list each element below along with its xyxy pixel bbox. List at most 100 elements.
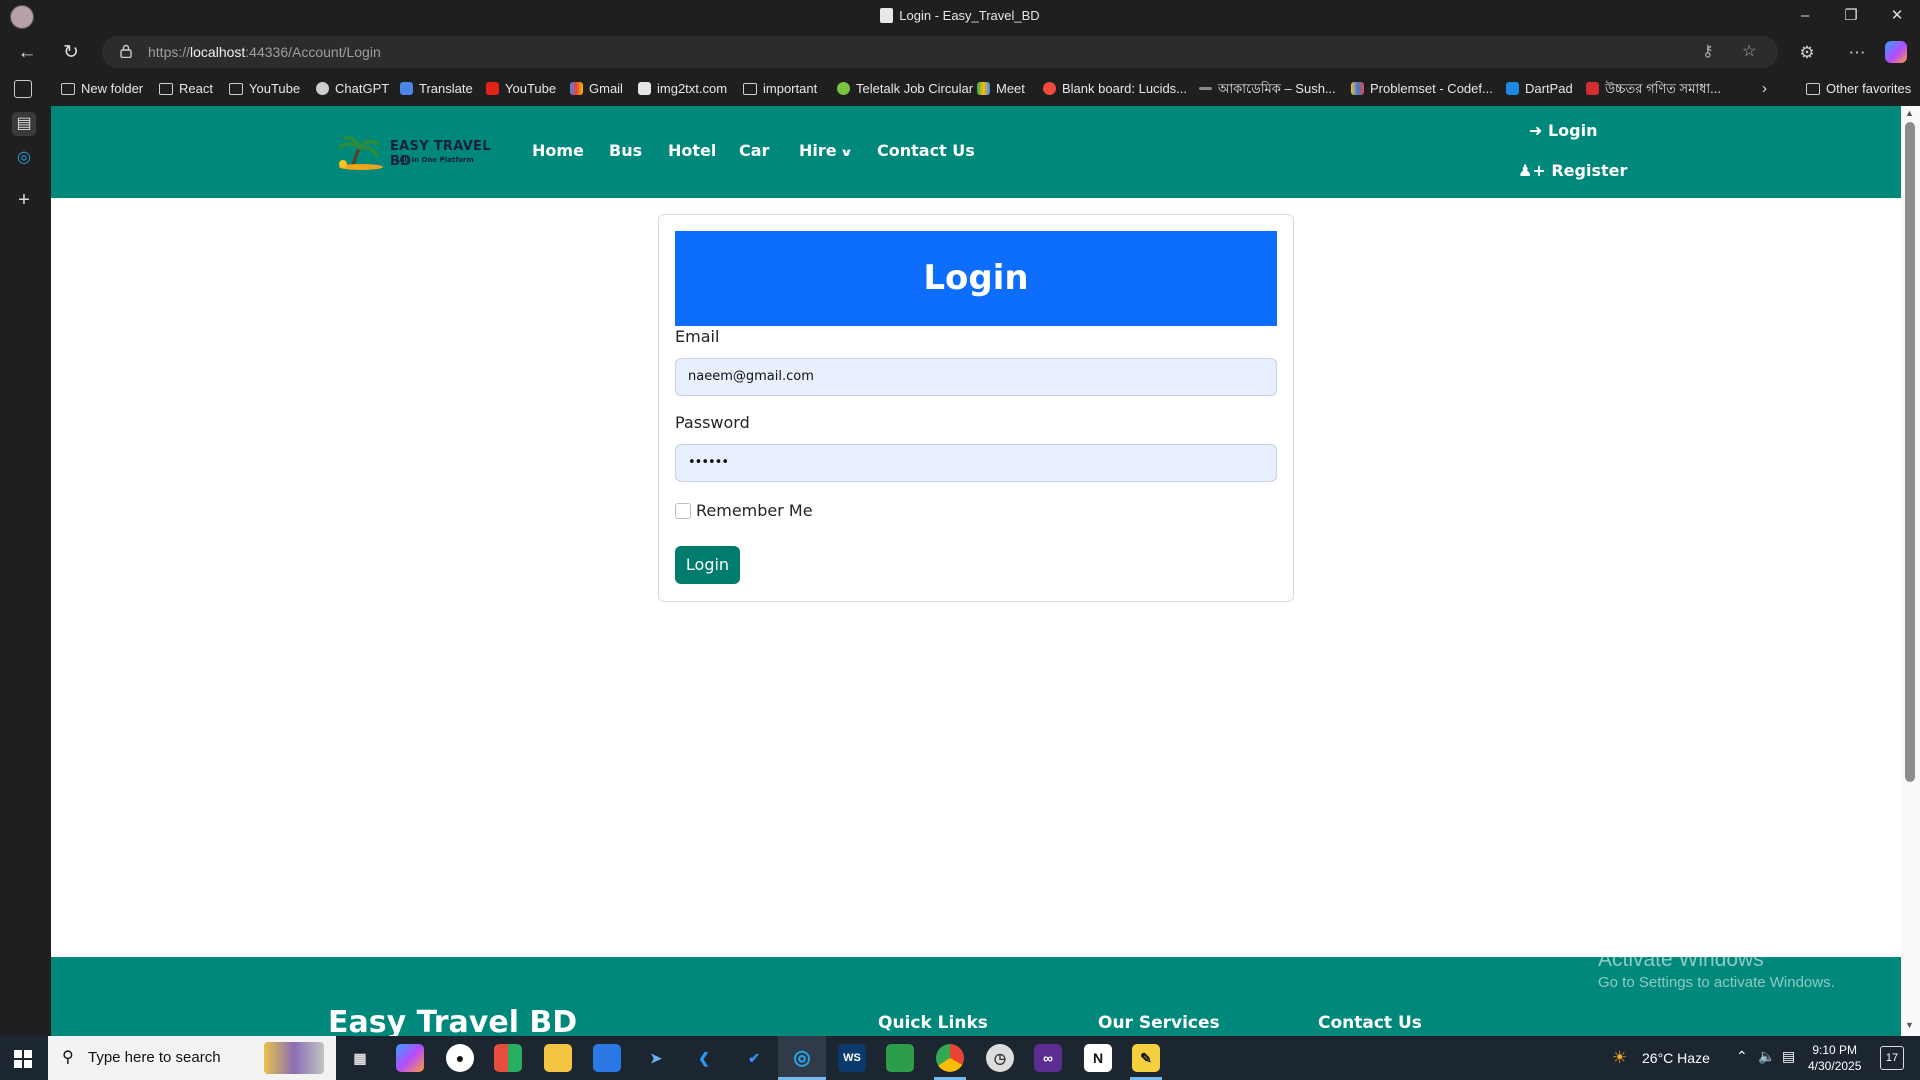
- folder-icon: [229, 83, 243, 95]
- window-titlebar: Login - Easy_Travel_BD – ❐ ✕: [0, 0, 1920, 32]
- nav-bus[interactable]: Bus: [609, 141, 642, 160]
- search-placeholder: Type here to search: [88, 1049, 221, 1066]
- bookmark-item[interactable]: YouTube: [229, 80, 300, 98]
- visual-studio-icon[interactable]: ∞: [1034, 1044, 1062, 1072]
- bookmark-item[interactable]: important: [743, 80, 817, 98]
- search-icon: ⚲: [62, 1049, 74, 1066]
- volume-icon[interactable]: 🔈: [1758, 1048, 1775, 1065]
- network-icon[interactable]: ▤: [1782, 1048, 1795, 1065]
- task-view-icon[interactable]: ▦: [346, 1044, 374, 1072]
- bookmark-item[interactable]: Translate: [400, 80, 473, 98]
- scroll-down-icon[interactable]: ▼: [1905, 1020, 1914, 1030]
- sheets-icon[interactable]: [886, 1044, 914, 1072]
- chrome-icon[interactable]: [936, 1044, 964, 1072]
- app-icon-grid[interactable]: [494, 1044, 522, 1072]
- nav-home[interactable]: Home: [532, 141, 584, 160]
- auth-login-link[interactable]: ➜ Login: [1529, 121, 1598, 140]
- key-icon[interactable]: ⚷: [1702, 36, 1714, 68]
- bookmark-label: আকাডেমিক – Sush...: [1218, 81, 1336, 96]
- address-bar[interactable]: https://localhost:44336/Account/Login ⚷ …: [102, 36, 1778, 68]
- notifications-badge[interactable]: 17: [1880, 1046, 1904, 1070]
- bookmark-item[interactable]: New folder: [61, 80, 143, 98]
- scrollbar-thumb[interactable]: [1905, 122, 1915, 782]
- store-icon[interactable]: [593, 1044, 621, 1072]
- bookmark-item[interactable]: Blank board: Lucids...: [1043, 80, 1187, 98]
- webstorm-icon[interactable]: WS: [838, 1044, 866, 1072]
- back-button[interactable]: ←: [12, 38, 42, 68]
- url-path: :44336/Account/Login: [245, 44, 381, 60]
- other-favorites[interactable]: Other favorites: [1806, 80, 1911, 98]
- scroll-up-icon[interactable]: ▲: [1905, 108, 1914, 118]
- add-icon[interactable]: +: [12, 188, 36, 212]
- tab-actions-icon[interactable]: [14, 80, 32, 98]
- clock-app-icon[interactable]: ◷: [986, 1044, 1014, 1072]
- copilot-app-icon[interactable]: [396, 1044, 424, 1072]
- watermark-line2: Go to Settings to activate Windows.: [1598, 974, 1835, 991]
- bookmark-item[interactable]: DartPad: [1506, 80, 1573, 98]
- windows-start-icon[interactable]: [14, 1050, 32, 1068]
- password-field[interactable]: ••••••: [675, 444, 1277, 482]
- codeforces-icon: [1351, 82, 1364, 95]
- nav-contact-us[interactable]: Contact Us: [877, 141, 975, 160]
- bookmark-item[interactable]: img2txt.com: [638, 80, 727, 98]
- bookmark-item[interactable]: ChatGPT: [316, 80, 389, 98]
- bookmark-item[interactable]: Meet: [977, 80, 1025, 98]
- todo-icon[interactable]: ✔: [740, 1044, 768, 1072]
- bookmark-item[interactable]: YouTube: [486, 80, 556, 98]
- notion-icon[interactable]: N: [1084, 1044, 1112, 1072]
- site-logo[interactable]: EASY TRAVEL BD All in One Platform: [335, 134, 499, 172]
- clock-date: 4/30/2025: [1808, 1059, 1862, 1073]
- app-icon-circle[interactable]: ●: [446, 1044, 474, 1072]
- bookmark-label: উচ্চতর গণিত সমাধা...: [1605, 81, 1722, 96]
- taskbar-search[interactable]: ⚲ Type here to search: [48, 1036, 336, 1080]
- bookmark-item[interactable]: Problemset - Codef...: [1351, 80, 1493, 98]
- page-scrollbar[interactable]: ▲ ▼: [1901, 106, 1920, 1036]
- copilot-icon[interactable]: [1885, 41, 1907, 63]
- folder-icon: [61, 83, 75, 95]
- favorite-star-icon[interactable]: ☆: [1742, 36, 1756, 68]
- vscode-icon[interactable]: ❮: [690, 1044, 718, 1072]
- activate-windows-watermark: Activate Windows Go to Settings to activ…: [1598, 948, 1835, 991]
- weather-text[interactable]: 26°C Haze: [1642, 1050, 1710, 1066]
- remember-me-label[interactable]: Remember Me: [696, 501, 813, 520]
- extensions-icon[interactable]: ⚙: [1792, 38, 1822, 68]
- user-plus-icon: ♟+: [1518, 161, 1546, 180]
- remember-me-checkbox[interactable]: [675, 503, 691, 519]
- bookmarks-bar: New folder React YouTube ChatGPT Transla…: [0, 72, 1920, 106]
- translate-icon: [400, 82, 413, 95]
- nav-hotel[interactable]: Hotel: [668, 141, 716, 160]
- notes-app-icon[interactable]: ✎: [1132, 1044, 1160, 1072]
- site-navbar: EASY TRAVEL BD All in One Platform Home …: [51, 106, 1901, 198]
- chevron-up-icon[interactable]: ⌃: [1736, 1048, 1748, 1065]
- login-submit-button[interactable]: Login: [675, 546, 740, 584]
- refresh-button[interactable]: ↻: [56, 38, 86, 68]
- clock-time: 9:10 PM: [1812, 1043, 1858, 1057]
- app-icon-bird[interactable]: ➤: [642, 1044, 670, 1072]
- collections-icon[interactable]: ▤: [12, 112, 36, 136]
- auth-register-link[interactable]: ♟+ Register: [1518, 161, 1627, 180]
- edge-icon[interactable]: ◎: [12, 146, 36, 170]
- file-explorer-icon[interactable]: [544, 1044, 572, 1072]
- clock[interactable]: 9:10 PM 4/30/2025: [1808, 1042, 1861, 1074]
- bookmark-label: Blank board: Lucids...: [1062, 81, 1188, 96]
- more-menu-icon[interactable]: ⋯: [1842, 38, 1872, 68]
- bookmark-item[interactable]: আকাডেমিক – Sush...: [1199, 80, 1336, 98]
- minimize-button[interactable]: –: [1782, 0, 1828, 32]
- weather-icon[interactable]: ☀: [1612, 1048, 1627, 1068]
- bookmark-item[interactable]: উচ্চতর গণিত সমাধা...: [1586, 80, 1721, 98]
- email-field[interactable]: naeem@gmail.com: [675, 358, 1277, 396]
- footer-quick-links: Quick Links: [878, 1013, 988, 1033]
- nav-car[interactable]: Car: [739, 141, 769, 160]
- bookmark-label: New folder: [81, 81, 144, 96]
- restore-button[interactable]: ❐: [1828, 0, 1874, 32]
- bookmark-item[interactable]: Teletalk Job Circular: [837, 80, 973, 98]
- edge-taskbar-icon[interactable]: ◎: [788, 1044, 816, 1072]
- lock-icon[interactable]: [120, 44, 132, 58]
- chevron-right-icon[interactable]: ›: [1762, 80, 1767, 98]
- bookmark-label: Meet: [996, 81, 1025, 96]
- logo-title: EASY TRAVEL BD: [390, 139, 491, 169]
- nav-hire[interactable]: Hire ∨: [799, 141, 853, 160]
- bookmark-item[interactable]: Gmail: [570, 80, 623, 98]
- bookmark-item[interactable]: React: [159, 80, 213, 98]
- close-button[interactable]: ✕: [1874, 0, 1920, 32]
